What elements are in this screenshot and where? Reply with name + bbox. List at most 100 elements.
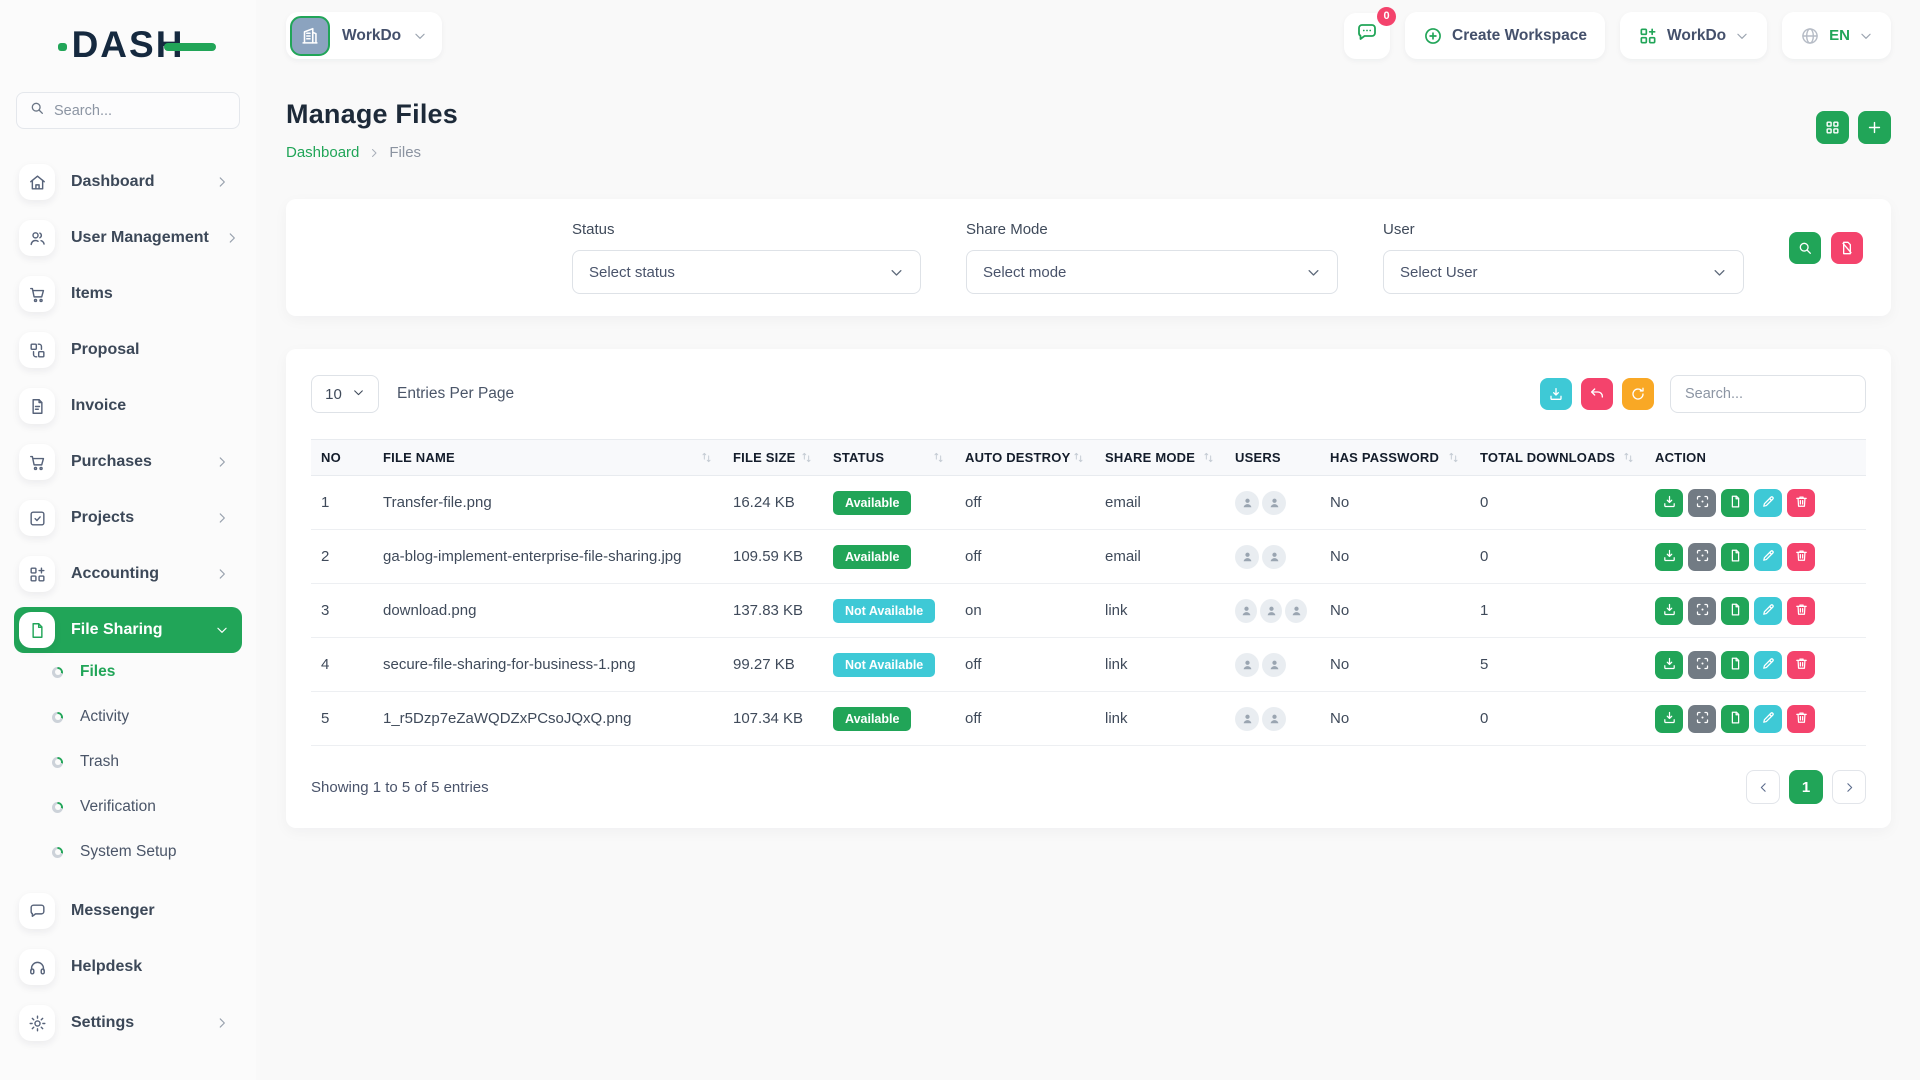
- chat-icon: [19, 893, 55, 929]
- sidebar-item-settings[interactable]: Settings: [14, 1000, 242, 1046]
- cell-file-size: 99.27 KB: [723, 638, 823, 692]
- file-doc-icon: [1728, 656, 1743, 674]
- sidebar-subitem-verification[interactable]: Verification: [52, 798, 240, 816]
- preview-button[interactable]: [1688, 489, 1716, 517]
- grid-view-button[interactable]: [1816, 111, 1849, 144]
- delete-button[interactable]: [1787, 489, 1815, 517]
- download-button[interactable]: [1655, 543, 1683, 571]
- download-button[interactable]: [1655, 651, 1683, 679]
- details-button[interactable]: [1721, 597, 1749, 625]
- search-icon: [29, 100, 45, 121]
- cell-no: 2: [311, 530, 373, 584]
- create-workspace-button[interactable]: Create Workspace: [1405, 12, 1605, 59]
- next-page-button[interactable]: [1832, 770, 1866, 804]
- sidebar-submenu: Files Activity Trash Verification System Set…: [16, 663, 240, 861]
- sidebar-item-messenger[interactable]: Messenger: [14, 888, 242, 934]
- preview-button[interactable]: [1688, 543, 1716, 571]
- messages-button[interactable]: 0: [1344, 13, 1390, 59]
- sidebar-item-dashboard[interactable]: Dashboard: [14, 159, 242, 205]
- edit-button[interactable]: [1754, 489, 1782, 517]
- table-search-input[interactable]: [1670, 375, 1866, 413]
- sidebar-subitem-activity[interactable]: Activity: [52, 708, 240, 726]
- file-icon: [19, 612, 55, 648]
- details-button[interactable]: [1721, 651, 1749, 679]
- entries-per-page-select[interactable]: 10: [311, 375, 379, 413]
- filter-search-button[interactable]: [1789, 232, 1821, 264]
- dash-logo[interactable]: DASH: [16, 24, 240, 66]
- column-header-has-password[interactable]: HAS PASSWORD: [1320, 440, 1470, 476]
- column-header-share-mode[interactable]: SHARE MODE: [1095, 440, 1225, 476]
- refresh-button[interactable]: [1622, 378, 1654, 410]
- download-button[interactable]: [1655, 705, 1683, 733]
- sidebar-subitem-system-setup[interactable]: System Setup: [52, 843, 240, 861]
- users-avatars: [1235, 599, 1310, 623]
- edit-button[interactable]: [1754, 705, 1782, 733]
- grid-plus-icon: [19, 556, 55, 592]
- edit-button[interactable]: [1754, 543, 1782, 571]
- sidebar-item-items[interactable]: Items: [14, 271, 242, 317]
- edit-button[interactable]: [1754, 651, 1782, 679]
- sidebar-item-helpdesk[interactable]: Helpdesk: [14, 944, 242, 990]
- language-dropdown[interactable]: EN: [1782, 12, 1891, 59]
- sidebar-search-input[interactable]: [54, 103, 227, 119]
- filter-clear-button[interactable]: [1831, 232, 1863, 264]
- sidebar-item-file-sharing[interactable]: File Sharing: [14, 607, 242, 653]
- workspace-selector[interactable]: WorkDo: [286, 12, 442, 59]
- add-file-button[interactable]: [1858, 111, 1891, 144]
- gear-icon: [19, 1005, 55, 1041]
- page-1-button[interactable]: 1: [1789, 770, 1823, 804]
- previous-page-button[interactable]: [1746, 770, 1780, 804]
- download-icon: [1662, 602, 1677, 620]
- column-header-total-downloads[interactable]: TOTAL DOWNLOADS: [1470, 440, 1645, 476]
- sidebar-item-invoice[interactable]: Invoice: [14, 383, 242, 429]
- preview-button[interactable]: [1688, 651, 1716, 679]
- home-icon: [19, 164, 55, 200]
- table-row: 4secure-file-sharing-for-business-1.png9…: [311, 638, 1866, 692]
- status-filter-select[interactable]: Select status: [572, 250, 921, 294]
- table-row: 2ga-blog-implement-enterprise-file-shari…: [311, 530, 1866, 584]
- download-button[interactable]: [1655, 489, 1683, 517]
- cell-total-downloads: 0: [1470, 530, 1645, 584]
- cell-auto-destroy: off: [955, 476, 1095, 530]
- column-header-status[interactable]: STATUS: [823, 440, 955, 476]
- breadcrumb-dashboard-link[interactable]: Dashboard: [286, 144, 359, 161]
- sidebar-item-user-management[interactable]: User Management: [14, 215, 242, 261]
- app-switcher-dropdown[interactable]: WorkDo: [1620, 12, 1767, 59]
- scan-icon: [1695, 548, 1710, 566]
- column-header-auto-destroy[interactable]: AUTO DESTROY: [955, 440, 1095, 476]
- files-table-card: 10 Entries Per Page NOFILE NAMEFILE: [286, 349, 1891, 828]
- delete-button[interactable]: [1787, 651, 1815, 679]
- details-button[interactable]: [1721, 705, 1749, 733]
- sidebar-item-purchases[interactable]: Purchases: [14, 439, 242, 485]
- export-button[interactable]: [1540, 378, 1572, 410]
- delete-button[interactable]: [1787, 705, 1815, 733]
- file-doc-icon: [1728, 602, 1743, 620]
- column-header-file-size[interactable]: FILE SIZE: [723, 440, 823, 476]
- avatar: [1235, 491, 1259, 515]
- column-header-file-name[interactable]: FILE NAME: [373, 440, 723, 476]
- grid-plus-icon: [1638, 26, 1658, 46]
- sidebar-item-accounting[interactable]: Accounting: [14, 551, 242, 597]
- users-avatars: [1235, 491, 1310, 515]
- sidebar-subitem-files[interactable]: Files: [52, 663, 240, 681]
- undo-button[interactable]: [1581, 378, 1613, 410]
- sort-icon: [700, 451, 713, 464]
- avatar: [1262, 545, 1286, 569]
- edit-button[interactable]: [1754, 597, 1782, 625]
- chevron-down-icon: [1735, 29, 1749, 43]
- share-mode-filter-select[interactable]: Select mode: [966, 250, 1338, 294]
- sidebar-item-proposal[interactable]: Proposal: [14, 327, 242, 373]
- sidebar-item-projects[interactable]: Projects: [14, 495, 242, 541]
- preview-button[interactable]: [1688, 597, 1716, 625]
- details-button[interactable]: [1721, 489, 1749, 517]
- delete-button[interactable]: [1787, 597, 1815, 625]
- file-doc-icon: [1728, 710, 1743, 728]
- user-filter-select[interactable]: Select User: [1383, 250, 1744, 294]
- download-icon: [1662, 710, 1677, 728]
- details-button[interactable]: [1721, 543, 1749, 571]
- download-button[interactable]: [1655, 597, 1683, 625]
- sidebar-subitem-trash[interactable]: Trash: [52, 753, 240, 771]
- delete-button[interactable]: [1787, 543, 1815, 571]
- cell-auto-destroy: off: [955, 530, 1095, 584]
- preview-button[interactable]: [1688, 705, 1716, 733]
